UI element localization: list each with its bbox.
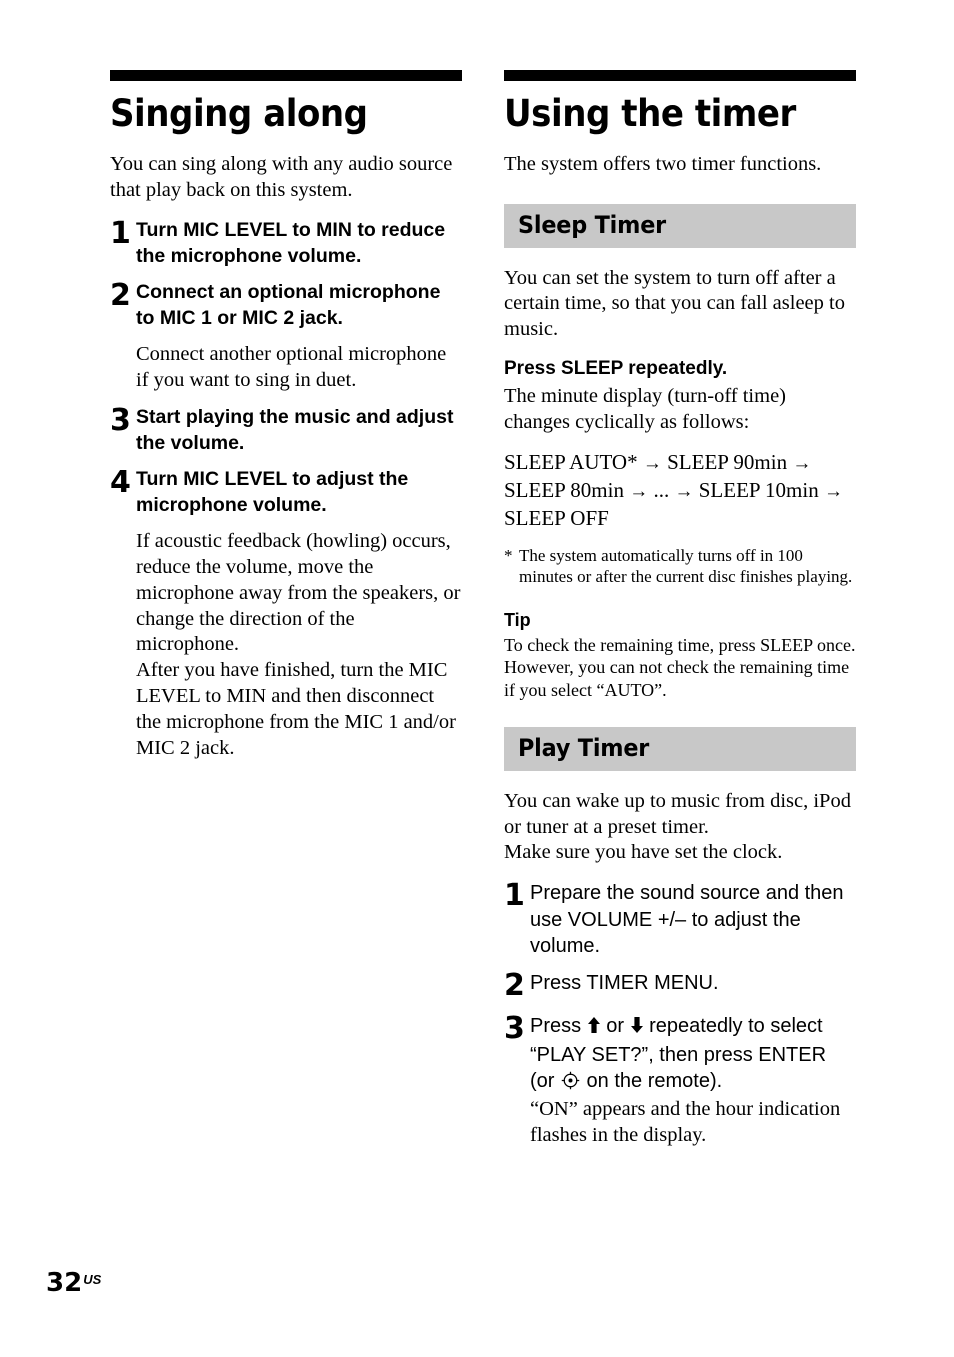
step-2-text: Connect an optional microphone to MIC 1 …	[136, 280, 441, 329]
step-1-text: Turn MIC LEVEL to MIN to reduce the micr…	[136, 219, 446, 268]
enter-button-icon	[561, 1071, 580, 1090]
play-timer-intro-line2: Make sure you have set the clock.	[504, 841, 783, 864]
chapter-rule-left	[110, 70, 462, 81]
tip-text: To check the remaining time, press SLEEP…	[504, 634, 856, 700]
step-3: 3 Start playing the music and adjust the…	[110, 405, 462, 457]
sleep-seq-item-2: SLEEP 80min	[504, 478, 624, 503]
chapter-rule-right	[504, 70, 856, 81]
sleep-timer-instruction-body: The minute display (turn-off time) chang…	[504, 384, 786, 433]
right-column: Using the timer The system offers two ti…	[504, 70, 856, 1160]
step-2-body: Connect another optional microphone if y…	[136, 342, 447, 391]
step-3-text: Start playing the music and adjust the v…	[136, 406, 454, 455]
play-step-1-number: 1	[504, 878, 525, 914]
play-step-3-text-between-arrows: or	[600, 1015, 630, 1037]
sleep-timer-footnote: * The system automatically turns off in …	[504, 545, 856, 588]
sleep-seq-arrow-4: →	[823, 481, 843, 503]
play-step-3-body: “ON” appears and the hour indication fla…	[530, 1097, 841, 1146]
step-2-number: 2	[110, 277, 131, 313]
left-column: Singing along You can sing along with an…	[110, 70, 462, 774]
tip-label: Tip	[504, 610, 531, 631]
play-step-2-number: 2	[504, 968, 525, 1003]
play-step-1: 1 Prepare the sound source and then use …	[504, 880, 856, 960]
footnote-text: The system automatically turns off in 10…	[519, 545, 853, 587]
step-4-body: If acoustic feedback (howling) occurs, r…	[136, 530, 461, 759]
left-intro-paragraph: You can sing along with any audio source…	[110, 153, 453, 202]
play-step-3-text: Press or repeatedly to select “PLAY SET?…	[530, 1013, 856, 1095]
step-4: 4 Turn MIC LEVEL to adjust the microphon…	[110, 467, 462, 519]
sleep-seq-item-1: SLEEP 90min	[667, 450, 788, 475]
play-step-2: 2 Press TIMER MENU.	[504, 970, 856, 1001]
sleep-seq-item-4: SLEEP 10min	[698, 478, 819, 503]
page-number: 32	[46, 1268, 83, 1298]
manual-page: Singing along You can sing along with an…	[0, 0, 954, 1357]
footnote-asterisk: *	[504, 545, 513, 565]
chapter-title-singing-along: Singing along	[110, 92, 368, 135]
sleep-seq-arrow-1: →	[792, 453, 812, 475]
play-step-3: 3 Press or repeatedly to select “PLAY SE…	[504, 1013, 856, 1095]
chapter-title-using-the-timer: Using the timer	[504, 92, 796, 135]
play-step-2-text: Press TIMER MENU.	[530, 972, 719, 994]
step-3-number: 3	[110, 403, 131, 439]
subsection-heading-sleep-timer: Sleep Timer	[504, 204, 856, 248]
sleep-timer-intro: You can set the system to turn off after…	[504, 266, 845, 341]
play-step-3-text-before-up-arrow: Press	[530, 1015, 587, 1037]
sleep-timer-sequence: SLEEP AUTO* → SLEEP 90min → SLEEP 80min …	[504, 449, 856, 532]
play-step-3-number: 3	[504, 1011, 525, 1046]
play-step-3-text-tail: on the remote).	[581, 1070, 723, 1093]
subsection-heading-sleep-timer-label: Sleep Timer	[518, 211, 666, 240]
sleep-seq-arrow-3: →	[674, 481, 694, 503]
play-step-1-text: Prepare the sound source and then use VO…	[530, 882, 844, 958]
sleep-seq-arrow-2: →	[629, 481, 649, 503]
step-1-number: 1	[110, 216, 131, 252]
step-4-text: Turn MIC LEVEL to adjust the microphone …	[136, 468, 409, 517]
step-4-number: 4	[110, 465, 131, 501]
sleep-seq-item-5: SLEEP OFF	[504, 505, 609, 530]
subsection-heading-play-timer-label: Play Timer	[518, 734, 650, 763]
step-1: 1 Turn MIC LEVEL to MIN to reduce the mi…	[110, 218, 462, 270]
play-timer-intro-line1: You can wake up to music from disc, iPod…	[504, 789, 851, 838]
page-folio: 32US	[46, 1270, 101, 1296]
step-2: 2 Connect an optional microphone to MIC …	[110, 280, 462, 332]
page-region-marker: US	[83, 1272, 102, 1287]
sleep-seq-item-0: SLEEP AUTO*	[504, 450, 638, 475]
arrow-down-icon	[630, 1015, 644, 1042]
subsection-heading-play-timer: Play Timer	[504, 727, 856, 771]
sleep-seq-item-3: ...	[653, 478, 670, 503]
sleep-timer-instruction-lead: Press SLEEP repeatedly.	[504, 358, 728, 380]
arrow-up-icon	[587, 1015, 601, 1042]
sleep-seq-arrow-0: →	[642, 453, 662, 475]
right-intro-paragraph: The system offers two timer functions.	[504, 153, 822, 176]
